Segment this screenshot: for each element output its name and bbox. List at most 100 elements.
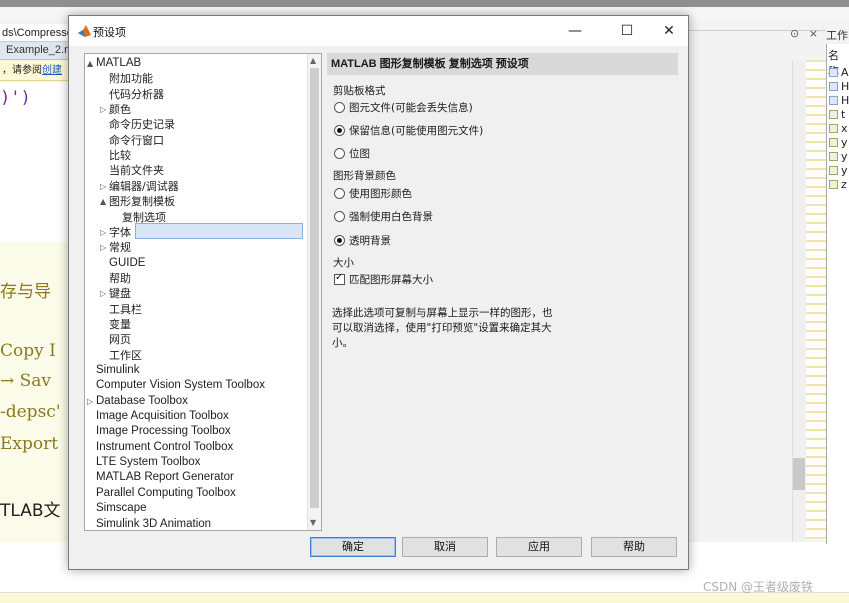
tree-item[interactable]: 网页 <box>109 332 131 347</box>
ok-button[interactable]: 确定 <box>310 537 396 557</box>
minimize-button[interactable]: — <box>556 16 594 46</box>
workspace-item[interactable]: x <box>829 122 848 135</box>
tree-item[interactable]: 编辑器/调试器 <box>109 179 179 194</box>
doc-line: -depsc' <box>0 402 61 422</box>
bg-option-transparent[interactable]: 透明背景 <box>334 233 391 248</box>
clipboard-option-metafile[interactable]: 图元文件(可能会丢失信息) <box>334 100 473 115</box>
tree-item[interactable]: Instrument Control Toolbox <box>96 440 233 455</box>
preferences-tree[interactable]: ▲ MATLAB 附加功能 代码分析器 ▷ 颜色 命令历史记录 命令行窗口 比较 当前文件夹 ▷ 编辑… <box>84 53 322 531</box>
bg-option-figure-color[interactable]: 使用图形颜色 <box>334 186 412 201</box>
code-analyzer-marks <box>806 60 826 540</box>
variable-icon <box>829 138 838 147</box>
tree-item[interactable]: 当前文件夹 <box>109 163 164 178</box>
variable-icon <box>829 96 838 105</box>
scrollbar-thumb[interactable] <box>793 458 805 490</box>
clipboard-option-preserve[interactable]: 保留信息(可能使用图元文件) <box>334 123 483 138</box>
tree-item[interactable]: Simscape <box>96 501 147 516</box>
tree-scrollbar[interactable]: ▲ ▼ <box>307 54 321 530</box>
variable-icon <box>829 82 838 91</box>
doc-line: Export <box>0 434 59 454</box>
tree-item[interactable]: 图形复制模板 <box>109 194 175 209</box>
scroll-down-icon[interactable]: ▼ <box>310 518 316 527</box>
tree-item[interactable]: Computer Vision System Toolbox <box>96 378 265 393</box>
top-strip <box>0 0 849 7</box>
bg-option-white[interactable]: 强制使用白色背景 <box>334 209 433 224</box>
background-color-title: 图形背景颜色 <box>333 170 396 182</box>
variable-icon <box>829 152 838 161</box>
variable-icon <box>829 124 838 133</box>
preferences-dialog: 预设项 — ☐ ✕ ▲ MATLAB 附加功能 代码分析器 ▷ 颜色 命令历史记录 命令行窗口… <box>68 15 689 570</box>
tree-item[interactable]: 工具栏 <box>109 302 142 317</box>
info-text: ，请参阅 <box>2 65 42 76</box>
tree-item[interactable]: MATLAB <box>96 56 141 71</box>
dialog-title: 预设项 <box>93 26 126 39</box>
workspace-item[interactable]: z <box>829 178 847 191</box>
radio-button[interactable] <box>334 125 345 136</box>
workspace-item[interactable]: A <box>829 66 849 79</box>
workspace-item[interactable]: H <box>829 80 849 93</box>
tree-item[interactable]: Simulink <box>96 363 139 378</box>
radio-button[interactable] <box>334 211 345 222</box>
tree-item[interactable]: Image Processing Toolbox <box>96 424 231 439</box>
tree-item[interactable]: 常规 <box>109 240 131 255</box>
radio-button[interactable] <box>334 235 345 246</box>
radio-button[interactable] <box>334 148 345 159</box>
tree-item[interactable]: Image Acquisition Toolbox <box>96 409 229 424</box>
tree-item[interactable]: 比较 <box>109 148 131 163</box>
info-link[interactable]: 创建 <box>42 65 62 76</box>
tree-item[interactable]: Parallel Computing Toolbox <box>96 486 236 501</box>
panel-header: MATLAB 图形复制模板 复制选项 预设项 <box>327 53 678 75</box>
dialog-titlebar[interactable]: 预设项 — ☐ ✕ <box>69 16 688 46</box>
expand-arrow-icon[interactable]: ▷ <box>100 182 106 191</box>
variable-icon <box>829 180 838 189</box>
tree-item[interactable]: MATLAB Report Generator <box>96 470 234 485</box>
tree-item[interactable]: 变量 <box>109 317 131 332</box>
workspace-item[interactable]: H <box>829 94 849 107</box>
code-text: )') <box>0 88 31 108</box>
watermark: CSDN @王者级废铁 <box>703 580 814 594</box>
tree-item[interactable]: 颜色 <box>109 102 131 117</box>
expand-arrow-icon[interactable]: ▷ <box>100 105 106 114</box>
tree-item[interactable]: 键盘 <box>109 286 131 301</box>
tree-item[interactable]: Simulink 3D Animation <box>96 517 211 531</box>
matlab-logo-icon <box>78 25 91 37</box>
doc-line: 存与导 <box>0 282 51 302</box>
match-size-checkbox-row[interactable]: 匹配图形屏幕大小 <box>334 272 433 287</box>
workspace-item[interactable]: y <box>829 164 848 177</box>
scroll-up-icon[interactable]: ▲ <box>310 56 316 65</box>
maximize-button[interactable]: ☐ <box>608 16 646 46</box>
radio-button[interactable] <box>334 188 345 199</box>
expand-arrow-icon[interactable]: ▷ <box>100 289 106 298</box>
workspace-item[interactable]: y <box>829 136 848 149</box>
help-button[interactable]: 帮助 <box>591 537 677 557</box>
workspace-item[interactable]: t <box>829 108 845 121</box>
close-button[interactable]: ✕ <box>650 16 688 46</box>
tree-item[interactable]: 复制选项 <box>122 210 166 225</box>
tree-item[interactable]: 附加功能 <box>109 71 153 86</box>
expand-arrow-icon[interactable]: ▷ <box>100 228 106 237</box>
variable-icon <box>829 68 838 77</box>
radio-button[interactable] <box>334 102 345 113</box>
clipboard-option-bitmap[interactable]: 位图 <box>334 146 370 161</box>
collapse-arrow-icon[interactable]: ▲ <box>100 197 106 206</box>
panel-controls[interactable]: ⊙ × <box>790 27 821 40</box>
variable-icon <box>829 166 838 175</box>
tree-item[interactable]: 命令行窗口 <box>109 133 164 148</box>
tree-scrollbar-thumb[interactable] <box>310 68 319 508</box>
expand-arrow-icon[interactable]: ▷ <box>100 243 106 252</box>
apply-button[interactable]: 应用 <box>496 537 582 557</box>
tree-item[interactable]: 字体 <box>109 225 131 240</box>
workspace-item[interactable]: y <box>829 150 848 163</box>
tree-item[interactable]: LTE System Toolbox <box>96 455 200 470</box>
tree-item[interactable]: 代码分析器 <box>109 87 164 102</box>
tree-selection-highlight <box>135 223 303 239</box>
cancel-button[interactable]: 取消 <box>402 537 488 557</box>
tree-item[interactable]: 帮助 <box>109 271 131 286</box>
collapse-arrow-icon[interactable]: ▲ <box>87 59 93 68</box>
tree-item[interactable]: Database Toolbox <box>96 394 188 409</box>
tree-item[interactable]: GUIDE <box>109 256 145 271</box>
match-size-checkbox[interactable] <box>334 272 345 285</box>
expand-arrow-icon[interactable]: ▷ <box>87 397 93 406</box>
tree-item[interactable]: 工作区 <box>109 348 142 363</box>
tree-item[interactable]: 命令历史记录 <box>109 117 175 132</box>
